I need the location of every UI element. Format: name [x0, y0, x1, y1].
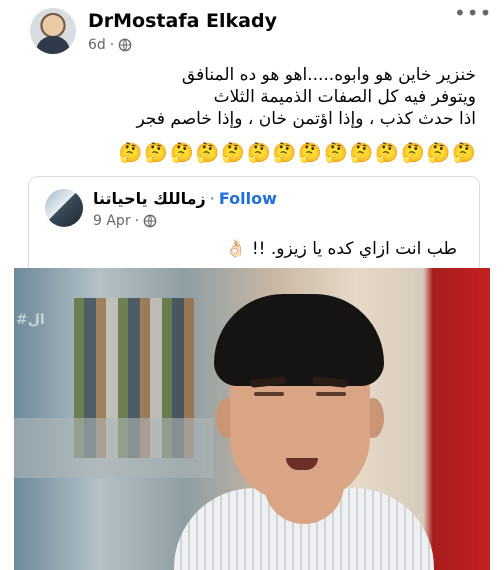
thinking-face-emoji: 🤔 [298, 142, 322, 164]
hair [214, 294, 384, 386]
thinking-face-emoji: 🤔 [375, 142, 399, 164]
post-text: خنزير خاين هو وابوه.....اهو هو ده المناف… [36, 64, 476, 130]
thinking-face-emoji: 🤔 [349, 142, 374, 164]
channel-watermark: #ال [16, 312, 45, 328]
thinking-face-emoji: 🤔 [144, 142, 168, 164]
thinking-face-emoji: 🤔 [272, 142, 297, 164]
thinking-face-emoji: 🤔 [221, 142, 245, 164]
thinking-face-emoji: 🤔 [246, 142, 271, 164]
post-header: DrMostafa Elkady 6d · ••• [0, 0, 504, 62]
left-eye [254, 392, 284, 396]
thinking-face-emoji: 🤔 [118, 142, 143, 164]
thinking-face-emoji: 🤔 [195, 142, 220, 164]
dot-separator: · [209, 189, 215, 208]
shared-post-meta: 9 Apr · [93, 213, 157, 229]
follow-button[interactable]: Follow [219, 189, 277, 208]
post-text-line: اذا حدث كذب ، وإذا اؤتمن خان ، وإذا خاصم… [136, 109, 476, 129]
dot-separator: · [134, 213, 140, 229]
thinking-face-emoji: 🤔 [323, 142, 348, 164]
right-eye [316, 392, 346, 396]
more-options-button[interactable]: ••• [454, 3, 491, 26]
post-text-line: ويتوفر فيه كل الصفات الذميمة الثلاث [213, 87, 476, 107]
post-meta: 6d · [88, 37, 132, 53]
author-avatar[interactable] [30, 8, 76, 54]
thinking-face-emoji: 🤔 [452, 142, 476, 164]
post-image[interactable]: #ال [14, 268, 490, 570]
shared-post-header: زماللك ياحياتنا · Follow [93, 189, 277, 208]
dot-separator: · [109, 37, 115, 53]
author-name[interactable]: DrMostafa Elkady [88, 10, 277, 32]
shared-post-text: طب انت ازاي كده يا زيزو. !! 👌🏻 [225, 239, 457, 259]
thinking-face-emoji: 🤔 [400, 142, 425, 164]
globe-icon [143, 214, 157, 228]
thinking-face-emoji: 🤔 [426, 142, 451, 164]
shared-author-name[interactable]: زماللك ياحياتنا [93, 189, 206, 208]
emoji-row: 🤔 🤔 🤔 🤔 🤔 🤔 🤔 🤔 🤔 🤔 🤔 🤔 🤔 🤔 [119, 142, 476, 164]
thinking-face-emoji: 🤔 [169, 142, 194, 164]
post-text-line: خنزير خاين هو وابوه.....اهو هو ده المناف… [181, 65, 476, 85]
shared-post-time[interactable]: 9 Apr [93, 213, 131, 229]
post-time[interactable]: 6d [88, 37, 106, 53]
globe-icon [118, 38, 132, 52]
shared-author-avatar[interactable] [45, 189, 83, 227]
person [174, 288, 434, 570]
